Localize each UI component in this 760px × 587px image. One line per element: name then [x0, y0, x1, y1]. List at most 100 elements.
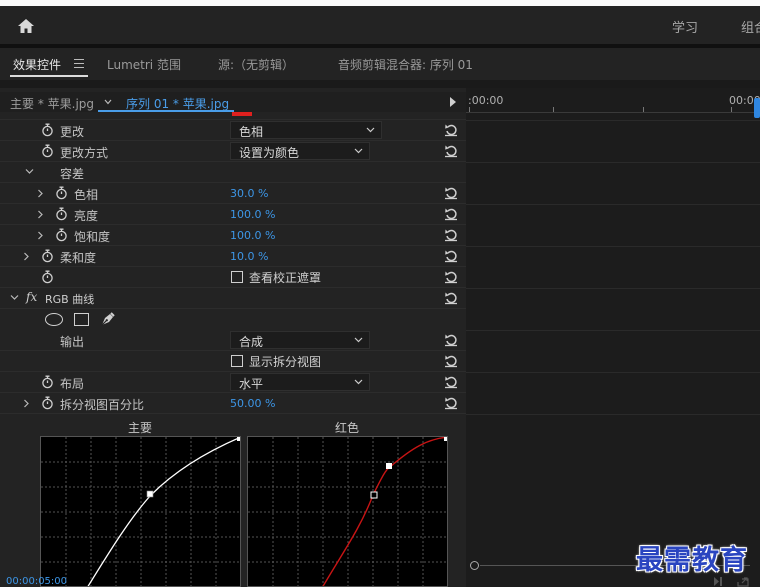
- reset-icon[interactable]: [444, 354, 458, 368]
- layout-dropdown[interactable]: 水平: [230, 373, 370, 391]
- chevron-right-icon[interactable]: [23, 399, 30, 408]
- timeline-row-divider: [466, 246, 760, 247]
- property-label: 饱和度: [74, 230, 111, 244]
- chevron-right-icon[interactable]: [37, 231, 44, 240]
- reset-icon[interactable]: [444, 249, 458, 263]
- hue-value[interactable]: 30.0 %: [230, 187, 268, 200]
- watermark-logo: 最需教育: [636, 545, 748, 576]
- property-label: 亮度: [74, 209, 99, 223]
- stopwatch-icon[interactable]: [41, 375, 54, 389]
- reset-icon[interactable]: [444, 228, 458, 242]
- reset-icon[interactable]: [444, 186, 458, 200]
- reset-icon[interactable]: [444, 207, 458, 221]
- property-row-layout: 布局 水平: [0, 372, 466, 393]
- curve-end-point[interactable]: [444, 437, 448, 441]
- timeline-row-divider: [466, 288, 760, 289]
- color-row-partial: [0, 112, 466, 120]
- stopwatch-icon[interactable]: [41, 249, 54, 263]
- split-view-checkbox[interactable]: [231, 355, 243, 367]
- property-row-split-view: 显示拆分视图: [0, 351, 466, 372]
- property-label: 色相: [74, 188, 99, 202]
- dropdown-value: 水平: [239, 377, 264, 391]
- active-tab-indicator: [10, 75, 88, 77]
- timeline-row-divider: [466, 330, 760, 331]
- stopwatch-icon[interactable]: [41, 144, 54, 158]
- curve-control-point[interactable]: [386, 463, 392, 469]
- timeline-start-time: :00:00: [468, 94, 504, 107]
- reset-icon[interactable]: [444, 333, 458, 347]
- curve-control-point[interactable]: [146, 490, 154, 498]
- property-row-view-mask: 查看校正遮罩: [0, 267, 466, 288]
- reset-icon[interactable]: [444, 270, 458, 284]
- scroll-handle[interactable]: [470, 561, 479, 570]
- pen-mask-icon[interactable]: [100, 311, 116, 327]
- curve-end-point[interactable]: [237, 437, 241, 441]
- stopwatch-icon[interactable]: [41, 123, 54, 137]
- checkbox-label: 显示拆分视图: [249, 355, 322, 369]
- split-percent-value[interactable]: 50.00 %: [230, 397, 275, 410]
- chevron-down-icon[interactable]: [104, 98, 112, 106]
- effect-controls-panel: 主要 * 苹果.jpg 序列 01 * 苹果.jpg 更改 色相 更改方式 设置…: [0, 88, 466, 587]
- source-bar: 主要 * 苹果.jpg 序列 01 * 苹果.jpg: [0, 92, 466, 112]
- chevron-down-icon[interactable]: [25, 168, 34, 175]
- property-label: 输出: [60, 335, 85, 349]
- reset-icon[interactable]: [444, 144, 458, 158]
- output-dropdown[interactable]: 合成: [230, 331, 370, 349]
- master-curve-graph[interactable]: [40, 436, 241, 587]
- stopwatch-icon[interactable]: [41, 270, 54, 284]
- chevron-right-icon[interactable]: [37, 189, 44, 198]
- curve-grid: [41, 437, 240, 586]
- stopwatch-icon[interactable]: [41, 396, 54, 410]
- stopwatch-icon[interactable]: [55, 228, 68, 242]
- color-swatch[interactable]: [232, 112, 252, 116]
- workspace-assemble[interactable]: 组合: [741, 17, 760, 36]
- change-by-dropdown[interactable]: 设置为颜色: [230, 142, 370, 160]
- panel-menu-icon[interactable]: [74, 59, 84, 68]
- softness-value[interactable]: 10.0 %: [230, 250, 268, 263]
- stopwatch-icon[interactable]: [55, 207, 68, 221]
- effect-name: RGB 曲线: [45, 293, 95, 306]
- property-row-saturation: 饱和度 100.0 %: [0, 225, 466, 246]
- property-row-output: 输出 合成: [0, 330, 466, 351]
- tab-effect-controls[interactable]: 效果控件: [13, 56, 61, 73]
- chevron-right-icon[interactable]: [23, 252, 30, 261]
- dropdown-value: 合成: [239, 335, 264, 349]
- ellipse-mask-icon[interactable]: [45, 313, 63, 326]
- property-label: 拆分视图百分比: [60, 398, 145, 412]
- chevron-right-icon[interactable]: [37, 210, 44, 219]
- reset-icon[interactable]: [444, 396, 458, 410]
- property-group-tolerance: 容差: [0, 162, 466, 183]
- home-icon[interactable]: [16, 16, 36, 36]
- change-dropdown[interactable]: 色相: [230, 121, 382, 139]
- red-curve-title: 红色: [335, 421, 360, 435]
- lightness-value[interactable]: 100.0 %: [230, 208, 275, 221]
- property-label: 更改: [60, 125, 85, 139]
- export-icons[interactable]: [712, 576, 758, 587]
- stopwatch-icon[interactable]: [55, 186, 68, 200]
- fx-icon[interactable]: fx: [26, 290, 37, 304]
- current-timecode[interactable]: 00:00:05:00: [6, 576, 67, 587]
- playhead[interactable]: [754, 98, 760, 118]
- reset-icon[interactable]: [444, 123, 458, 137]
- chevron-down-icon[interactable]: [10, 294, 19, 301]
- tab-source[interactable]: 源:（无剪辑）: [218, 56, 294, 73]
- effect-header-rgb-curves: fx RGB 曲线: [0, 288, 466, 309]
- red-curve-graph[interactable]: [247, 436, 448, 587]
- view-mask-checkbox[interactable]: [231, 271, 243, 283]
- workspace-learn[interactable]: 学习: [672, 17, 698, 36]
- curve-control-point[interactable]: [370, 491, 378, 499]
- timeline-row-divider: [466, 120, 760, 121]
- master-clip-label[interactable]: 主要 * 苹果.jpg: [10, 95, 94, 112]
- reset-icon[interactable]: [444, 291, 458, 305]
- chevron-down-icon: [366, 127, 375, 133]
- timeline-row-divider: [466, 162, 760, 163]
- reset-icon[interactable]: [444, 375, 458, 389]
- tab-audio-clip-mixer[interactable]: 音频剪辑混合器: 序列 01: [338, 56, 473, 73]
- play-only-icon[interactable]: [714, 577, 719, 586]
- rectangle-mask-icon[interactable]: [74, 313, 89, 326]
- property-row-lightness: 亮度 100.0 %: [0, 204, 466, 225]
- tab-lumetri-scopes[interactable]: Lumetri 范围: [107, 56, 181, 73]
- chevron-down-icon: [354, 337, 363, 343]
- play-icon[interactable]: [450, 97, 456, 107]
- saturation-value[interactable]: 100.0 %: [230, 229, 275, 242]
